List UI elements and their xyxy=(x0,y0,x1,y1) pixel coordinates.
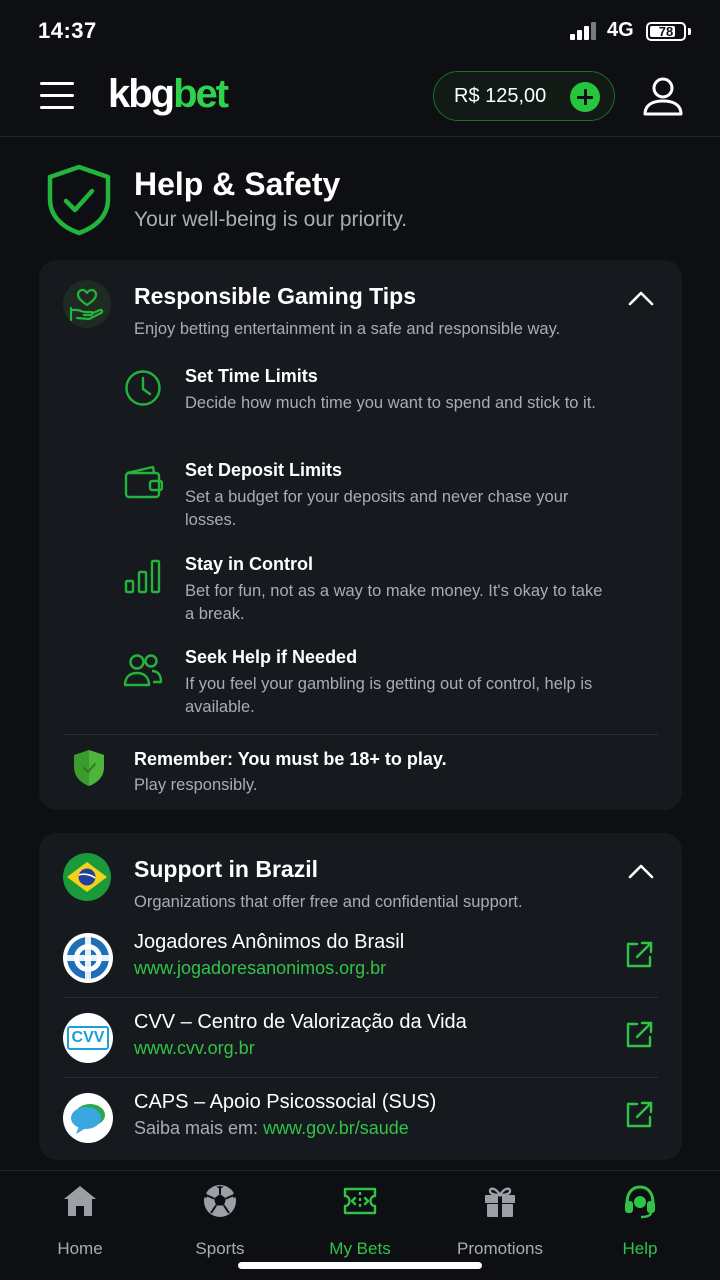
org-link[interactable]: www.jogadoresanonimos.org.br xyxy=(134,958,386,979)
logo-part1: kbg xyxy=(108,72,175,116)
tip-text: Decide how much time you want to spend a… xyxy=(185,394,596,412)
card-description: Organizations that offer free and confid… xyxy=(134,893,523,911)
org-url: www.gov.br/saude xyxy=(263,1118,409,1138)
external-link-icon[interactable] xyxy=(624,940,654,970)
jogadores-anonimos-logo-icon xyxy=(63,933,113,983)
tip-text: If you feel your gambling is getting out… xyxy=(185,675,593,716)
nav-label: My Bets xyxy=(329,1239,391,1258)
org-url: www.cvv.org.br xyxy=(134,1038,255,1058)
org-link-prefix: Saiba mais em: xyxy=(134,1118,264,1138)
network-type: 4G xyxy=(607,19,634,41)
nav-label: Help xyxy=(622,1239,658,1258)
nav-my-bets[interactable]: My Bets xyxy=(290,1183,430,1263)
org-item[interactable]: Jogadores Anônimos do Brasil www.jogador… xyxy=(63,918,658,998)
tip-text: Bet for fun, not as a way to make money.… xyxy=(185,582,603,623)
cvv-logo-icon: CVV xyxy=(63,1013,113,1063)
clock-icon xyxy=(125,370,161,406)
shield-icon xyxy=(74,750,104,786)
battery-icon: 78 xyxy=(646,22,686,41)
external-link-icon[interactable] xyxy=(624,1020,654,1050)
signal-icon xyxy=(570,22,600,40)
ticket-icon xyxy=(343,1187,377,1215)
age-reminder: Remember: You must be 18+ to play. Play … xyxy=(63,734,658,804)
chevron-up-icon[interactable] xyxy=(626,284,656,314)
status-time: 14:37 xyxy=(38,18,97,43)
add-funds-icon[interactable] xyxy=(570,82,600,112)
nav-help[interactable]: Help xyxy=(570,1183,710,1263)
nav-promotions[interactable]: Promotions xyxy=(430,1183,570,1263)
tip-title: Set Time Limits xyxy=(185,366,318,386)
card-title: Responsible Gaming Tips xyxy=(134,283,417,309)
page-subtitle: Your well-being is our priority. xyxy=(134,208,408,231)
external-link-icon[interactable] xyxy=(624,1100,654,1130)
battery-tip xyxy=(688,28,691,35)
headset-icon xyxy=(625,1185,655,1219)
reminder-subtext: Play responsibly. xyxy=(134,776,258,794)
tip-title: Set Deposit Limits xyxy=(185,460,343,480)
soccer-ball-icon xyxy=(204,1185,236,1217)
tip-stay-in-control: Stay in Control Bet for fun, not as a wa… xyxy=(123,552,643,632)
logo[interactable]: kbgbet xyxy=(108,72,229,117)
tip-seek-help: Seek Help if Needed If you feel your gam… xyxy=(123,645,643,725)
brazil-flag-icon xyxy=(63,853,111,901)
org-name: CAPS – Apoio Psicossocial (SUS) xyxy=(134,1091,437,1113)
org-name: Jogadores Anônimos do Brasil xyxy=(134,931,405,953)
nav-label: Promotions xyxy=(457,1239,543,1258)
responsible-gaming-card: Responsible Gaming Tips Enjoy betting en… xyxy=(39,260,682,810)
org-link[interactable]: www.cvv.org.br xyxy=(134,1038,255,1059)
menu-button[interactable] xyxy=(40,82,74,110)
tip-deposit-limits: Set Deposit Limits Set a budget for your… xyxy=(123,458,643,538)
balance-button[interactable]: R$ 125,00 xyxy=(433,71,615,121)
wallet-icon xyxy=(124,465,163,499)
tip-text: Set a budget for your deposits and never… xyxy=(185,488,569,529)
users-icon xyxy=(123,654,163,687)
cvv-logo-text: CVV xyxy=(67,1026,109,1050)
caps-logo-icon xyxy=(63,1093,113,1143)
tip-title: Stay in Control xyxy=(185,554,314,574)
status-bar: 14:37 4G 78 xyxy=(0,0,720,62)
battery-level: 78 xyxy=(658,24,674,39)
nav-sports[interactable]: Sports xyxy=(150,1183,290,1263)
support-brazil-card: Support in Brazil Organizations that off… xyxy=(39,833,682,1160)
nav-home[interactable]: Home xyxy=(10,1183,150,1263)
shield-check-icon xyxy=(47,164,111,236)
logo-part2: bet xyxy=(173,72,229,116)
home-icon xyxy=(64,1186,96,1216)
tip-title: Seek Help if Needed xyxy=(185,647,358,667)
home-indicator xyxy=(238,1262,482,1269)
chevron-up-icon[interactable] xyxy=(626,857,656,887)
tip-time-limits: Set Time Limits Decide how much time you… xyxy=(123,364,643,444)
nav-label: Home xyxy=(57,1239,103,1258)
org-name: CVV – Centro de Valorização da Vida xyxy=(134,1011,467,1033)
bar-chart-icon xyxy=(124,559,161,594)
card-description: Enjoy betting entertainment in a safe an… xyxy=(134,320,561,338)
org-item[interactable]: CAPS – Apoio Psicossocial (SUS) Saiba ma… xyxy=(63,1078,658,1158)
page-title: Help & Safety xyxy=(134,166,341,202)
heart-hand-icon xyxy=(63,280,111,328)
nav-label: Sports xyxy=(195,1239,245,1258)
balance-amount: R$ 125,00 xyxy=(454,85,547,107)
card-title: Support in Brazil xyxy=(134,856,318,882)
org-link[interactable]: Saiba mais em: www.gov.br/saude xyxy=(134,1118,409,1139)
user-icon[interactable] xyxy=(640,74,686,120)
gift-icon xyxy=(485,1187,515,1217)
org-url: www.jogadoresanonimos.org.br xyxy=(134,958,387,978)
reminder-text: Remember: You must be 18+ to play. xyxy=(134,749,447,769)
app-header: kbgbet R$ 125,00 xyxy=(0,62,720,137)
org-item[interactable]: CVV CVV – Centro de Valorização da Vida … xyxy=(63,998,658,1078)
